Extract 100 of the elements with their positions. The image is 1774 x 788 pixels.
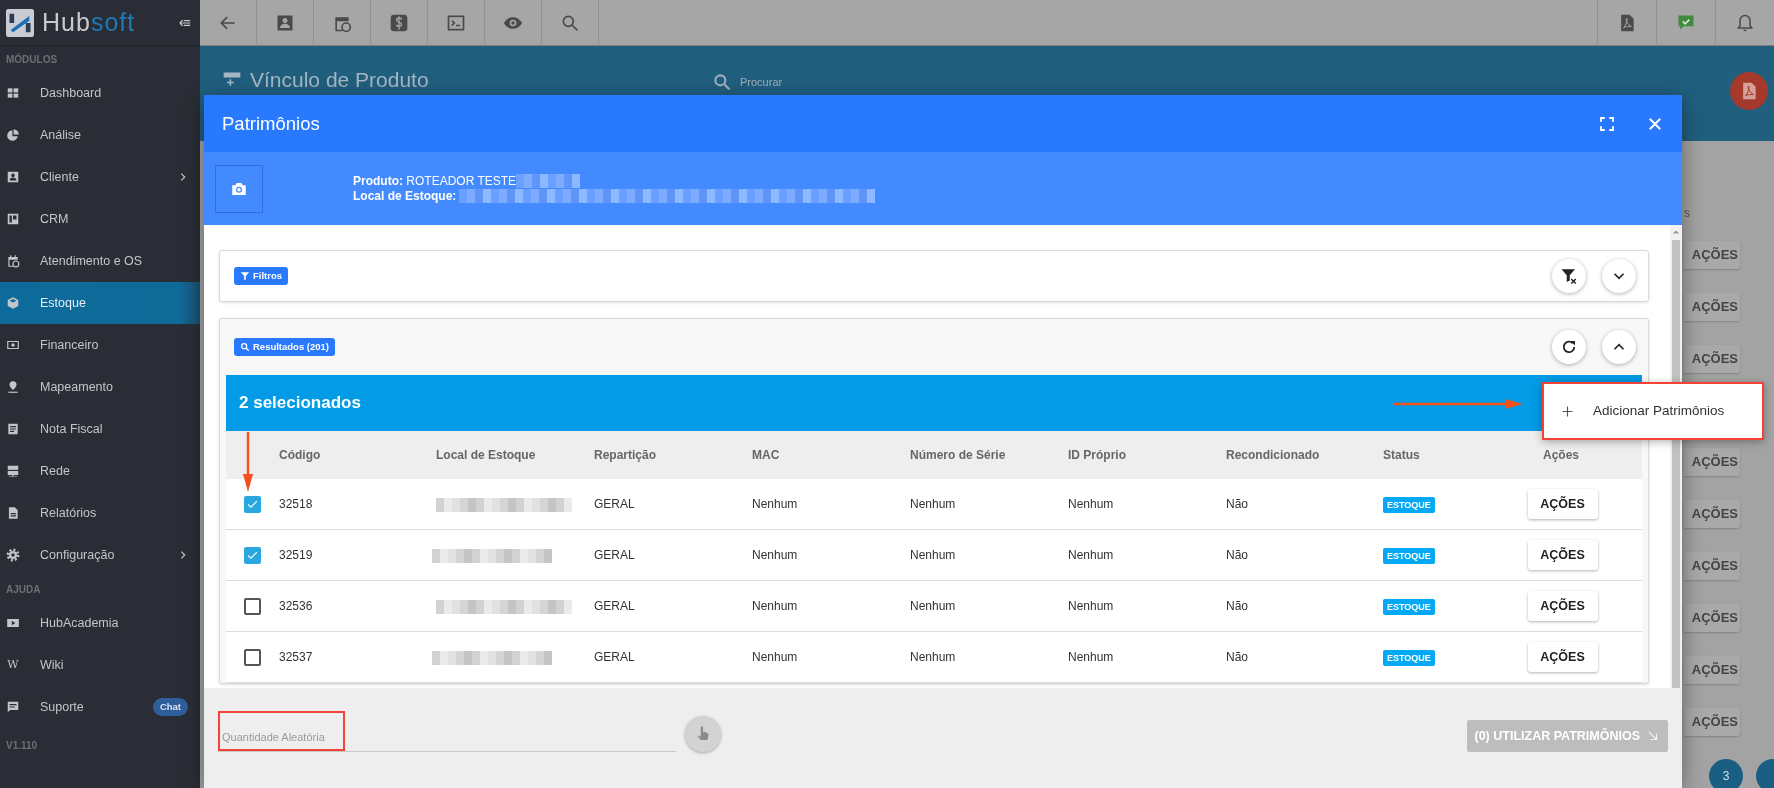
sidebar-label: Dashboard [40,84,102,102]
sidebar-item[interactable]: Atendimento e OS [0,240,200,282]
table-cell-text: Nenhum [751,547,799,564]
actions-button[interactable]: AÇÕES [1527,642,1598,672]
actions-button[interactable]: AÇÕES [1527,540,1598,570]
document-icon [6,422,20,436]
column-header: Local de Estoque [435,447,537,464]
filter-icon [240,271,250,281]
row-checkbox[interactable] [244,495,261,513]
fullscreen-icon[interactable] [1598,114,1616,133]
actions-button[interactable]: AÇÕES [1684,552,1740,580]
table-cell-text: Nenhum [751,649,799,666]
column-header: Número de Série [909,447,1007,464]
sidebar-item[interactable]: Análise [0,114,200,156]
table-cell-text: 32518 [278,496,314,513]
contact-card-icon[interactable] [275,13,295,33]
quantity-input[interactable]: Quantidade Aleatória [222,727,341,748]
sidebar-item[interactable]: Rede [0,450,200,492]
logo: Hubsoft [42,10,136,35]
sidebar-item[interactable]: W Wiki [0,644,200,686]
sidebar-item[interactable]: Nota Fiscal [0,408,200,450]
scroll-up-icon[interactable] [1671,228,1681,236]
filters-chip[interactable]: Filtros [234,266,289,286]
search-icon [240,342,250,352]
server-icon [6,464,20,478]
notification-bell-icon[interactable] [1735,13,1755,33]
collapse-button[interactable] [1602,330,1636,364]
table-cell-text: Nenhum [909,496,957,513]
table-cell-text: Nenhum [751,598,799,615]
sidebar-item[interactable]: HubAcademia [0,602,200,644]
sidebar-item[interactable]: CRM [0,198,200,240]
sidebar-label: Configuração [40,546,115,564]
results-chip[interactable]: Resultados (201) [234,337,336,357]
file-icon [6,506,20,520]
actions-button[interactable]: AÇÕES [1684,448,1740,476]
actions-button[interactable]: AÇÕES [1684,656,1740,684]
dollar-icon[interactable] [389,13,409,33]
actions-button[interactable]: AÇÕES [1527,489,1598,519]
column-header: MAC [751,447,781,464]
clear-filter-button[interactable] [1552,259,1586,293]
table-cell-text: Não [1225,496,1249,513]
table-cell-text: GERAL [593,649,636,666]
sidebar-item[interactable]: Financeiro [0,324,200,366]
table-cell-text: Nenhum [1067,496,1115,513]
sidebar-item[interactable]: Mapeamento [0,366,200,408]
annotation-arrow [243,432,253,492]
actions-button[interactable]: AÇÕES [1684,604,1740,632]
column-header: Recondicionado [1225,447,1321,464]
table-cell-text: Não [1225,547,1249,564]
actions-button[interactable]: AÇÕES [1684,500,1740,528]
calendar-clock-icon [6,254,20,268]
row-checkbox[interactable] [244,546,261,564]
actions-button[interactable]: AÇÕES [1684,345,1740,373]
row-checkbox[interactable] [244,597,261,615]
table-cell-text: 32519 [278,547,314,564]
refresh-icon [1560,338,1578,356]
sidebar-label: HubAcademia [40,614,119,632]
actions-button[interactable]: AÇÕES [1527,591,1598,621]
pick-button[interactable] [685,716,721,752]
table-cell-text: 32537 [278,649,314,666]
page-title: Vínculo de Produto [250,67,429,93]
table-cell-text: Nenhum [751,496,799,513]
sidebar-label: Wiki [40,656,64,674]
terminal-icon[interactable] [446,13,466,33]
search-icon[interactable] [560,13,580,33]
sidebar-item[interactable]: Configuração [0,534,200,576]
table-cell-text: Não [1225,649,1249,666]
sidebar-label: Financeiro [40,336,99,354]
page-button[interactable]: 3 [1709,759,1743,788]
sidebar-label: Atendimento e OS [40,252,143,270]
sidebar-item[interactable]: Relatórios [0,492,200,534]
status-badge: ESTOQUE [1383,548,1435,564]
actions-button[interactable]: AÇÕES [1684,293,1740,321]
gear-icon [6,548,20,562]
sidebar-item[interactable]: Cliente [0,156,200,198]
sidebar-label: Estoque [40,294,86,312]
photo-placeholder[interactable] [215,164,263,213]
column-header: Status [1382,447,1421,464]
section-heading: AJUDA [5,582,42,597]
column-header: Repartição [593,447,658,464]
pdf-button[interactable] [1730,72,1768,110]
column-header: s [1684,205,1690,222]
status-badge: ESTOQUE [1383,650,1435,666]
actions-button[interactable]: AÇÕES [1684,708,1740,736]
menu-item[interactable]: Adicionar Patrimônios [1544,393,1762,429]
actions-button[interactable]: AÇÕES [1684,241,1740,269]
row-checkbox[interactable] [244,648,261,666]
sidebar-item[interactable]: Estoque [0,282,200,324]
table-cell-text: 32536 [278,598,314,615]
sidebar-item[interactable]: Suporte Chat [0,686,200,728]
letter-icon: W [6,656,20,674]
search-field[interactable]: Procurar [740,73,820,91]
expand-button[interactable] [1602,259,1636,293]
status-badge: ESTOQUE [1383,497,1435,513]
table-cell-text: GERAL [593,547,636,564]
video-icon [6,616,20,630]
refresh-button[interactable] [1552,330,1586,364]
grid-icon [6,86,20,100]
sidebar-item[interactable]: Dashboard [0,72,200,114]
quantity-field[interactable]: Quantidade Aleatória [218,711,345,751]
